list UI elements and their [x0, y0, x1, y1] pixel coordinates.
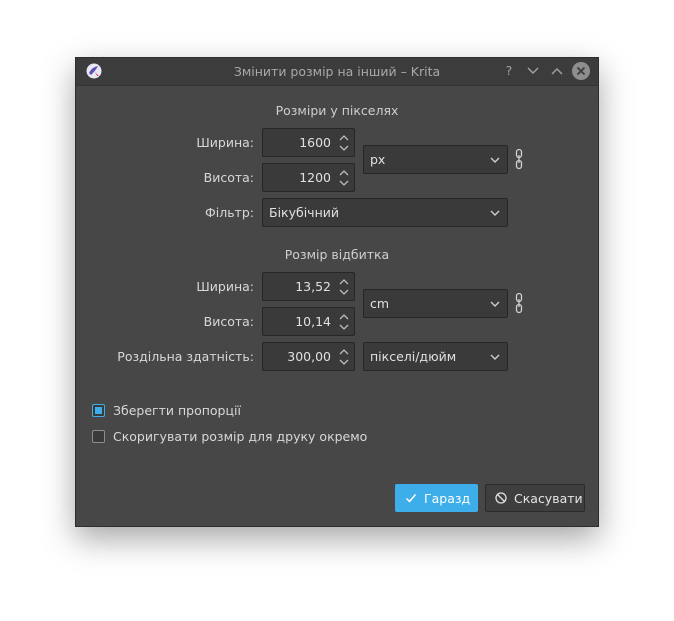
- print-unit-select[interactable]: cm: [363, 289, 508, 318]
- pixel-unit-select[interactable]: px: [363, 145, 508, 174]
- resolution-unit-select[interactable]: пікселі/дюйм: [363, 342, 508, 371]
- title-bar[interactable]: Змінити розмір на інший – Krita ?: [76, 58, 598, 86]
- cancel-button-label: Скасувати: [514, 491, 583, 506]
- close-icon: [576, 66, 586, 76]
- pixel-unit-value: px: [370, 152, 386, 167]
- chevron-up-icon: [551, 67, 563, 75]
- ok-button-label: Гаразд: [424, 491, 471, 506]
- pixel-width-spinbox[interactable]: 1600: [262, 128, 355, 157]
- ok-button[interactable]: Гаразд: [395, 484, 478, 512]
- chevron-down-icon: [490, 301, 500, 307]
- chevron-down-icon: [490, 354, 500, 360]
- window-title: Змінити розмір на інший – Krita: [233, 64, 441, 79]
- maximize-button[interactable]: [548, 62, 566, 80]
- help-button[interactable]: ?: [500, 62, 518, 80]
- print-size-heading: Розмір відбитка: [284, 247, 390, 262]
- filter-value: Бікубічний: [269, 205, 339, 220]
- print-width-label: Ширина:: [196, 279, 254, 294]
- filter-label: Фільтр:: [204, 205, 254, 220]
- print-width-value: 13,52: [295, 279, 331, 294]
- resolution-unit-value: пікселі/дюйм: [370, 349, 457, 364]
- pixel-height-spinbox[interactable]: 1200: [262, 163, 355, 192]
- resolution-label: Роздільна здатність:: [117, 349, 254, 364]
- pixel-width-label: Ширина:: [196, 135, 254, 150]
- spin-arrows-icon[interactable]: [337, 166, 351, 190]
- keep-ratio-checkbox[interactable]: [92, 404, 105, 417]
- resolution-value: 300,00: [287, 349, 331, 364]
- resolution-spinbox[interactable]: 300,00: [262, 342, 355, 371]
- spin-arrows-icon[interactable]: [337, 131, 351, 155]
- close-button[interactable]: [572, 62, 590, 80]
- pixel-height-label: Висота:: [203, 170, 254, 185]
- chevron-down-icon: [490, 210, 500, 216]
- spin-arrows-icon[interactable]: [337, 345, 351, 369]
- pixel-width-value: 1600: [299, 135, 331, 150]
- keep-ratio-label[interactable]: Зберегти пропорції: [113, 403, 241, 418]
- filter-select[interactable]: Бікубічний: [262, 198, 508, 227]
- resize-dialog: Змінити розмір на інший – Krita ? Розмір…: [75, 57, 599, 527]
- pixel-dimensions-heading: Розміри у пікселях: [275, 103, 399, 118]
- spin-arrows-icon[interactable]: [337, 275, 351, 299]
- pixel-height-value: 1200: [299, 170, 331, 185]
- print-height-label: Висота:: [203, 314, 254, 329]
- print-unit-value: cm: [370, 296, 390, 311]
- print-width-spinbox[interactable]: 13,52: [262, 272, 355, 301]
- adjust-print-checkbox[interactable]: [92, 430, 105, 443]
- print-height-value: 10,14: [295, 314, 331, 329]
- cancel-button[interactable]: Скасувати: [485, 484, 585, 512]
- chevron-down-icon: [490, 157, 500, 163]
- checkmark-icon: [405, 494, 417, 503]
- chevron-down-icon: [527, 67, 539, 75]
- print-height-spinbox[interactable]: 10,14: [262, 307, 355, 336]
- cancel-icon: [495, 492, 507, 504]
- spin-arrows-icon[interactable]: [337, 310, 351, 334]
- minimize-button[interactable]: [524, 62, 542, 80]
- adjust-print-label[interactable]: Скоригувати розмір для друку окремо: [113, 429, 367, 444]
- chain-link-icon[interactable]: [515, 148, 523, 170]
- chain-link-icon[interactable]: [515, 292, 523, 314]
